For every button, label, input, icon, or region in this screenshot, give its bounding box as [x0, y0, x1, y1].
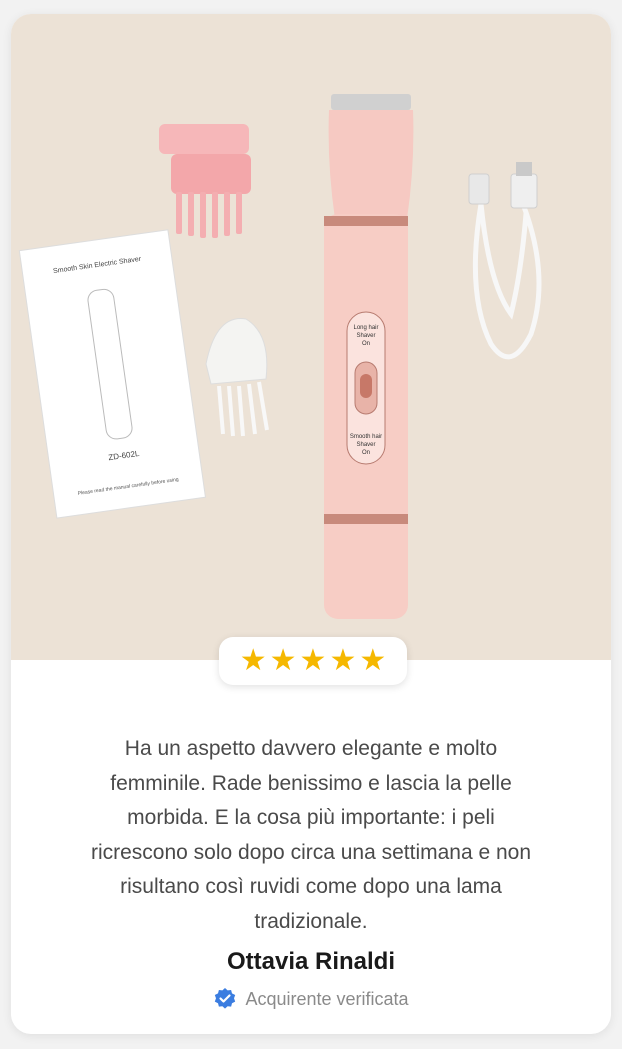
switch-top-line2: Shaver — [356, 333, 375, 339]
review-line: Ha un aspetto davvero elegante e molto — [124, 737, 498, 760]
review-line: risultano così ruvidi come dopo una lama — [120, 875, 502, 898]
verified-label: Acquirente verificata — [245, 988, 409, 1009]
switch-bottom-line3: On — [362, 450, 370, 456]
star-icon: ★ — [299, 644, 327, 677]
comb-attachment — [159, 124, 251, 238]
star-icon: ★ — [329, 644, 357, 677]
review-card: Smooth Skin Electric Shaver ZD-602L Plea… — [11, 14, 611, 1034]
review-line: tradizionale. — [254, 909, 368, 933]
switch-top-line3: On — [362, 341, 370, 347]
star-icon: ★ — [239, 644, 267, 677]
star-rating: ★ ★ ★ ★ ★ — [219, 637, 407, 685]
review-line: morbida. E la cosa più importante: i pel… — [127, 806, 495, 829]
verified-check-icon — [215, 988, 236, 1009]
star-icon: ★ — [269, 644, 297, 677]
review-author: Ottavia Rinaldi — [226, 948, 396, 975]
switch-bottom-line2: Shaver — [356, 442, 375, 448]
product-photo: Smooth Skin Electric Shaver ZD-602L Plea… — [11, 14, 611, 660]
switch-top-line1: Long hair — [353, 325, 378, 331]
manual-booklet: Smooth Skin Electric Shaver ZD-602L Plea… — [18, 229, 207, 519]
cleaning-brush — [205, 318, 269, 437]
star-icon: ★ — [359, 644, 387, 677]
review-text: Ha un aspetto davvero elegante e molto f… — [51, 732, 571, 939]
shaver-device: Long hair Shaver On Smooth hair Shaver O… — [324, 94, 414, 619]
review-line: femminile. Rade benissimo e lascia la pe… — [110, 771, 512, 795]
verified-buyer: Acquirente verificata — [11, 987, 611, 1011]
switch-bottom-line1: Smooth hair — [350, 434, 382, 440]
review-line: ricrescono solo dopo circa una settimana… — [90, 840, 532, 864]
usb-cable — [472, 196, 542, 360]
